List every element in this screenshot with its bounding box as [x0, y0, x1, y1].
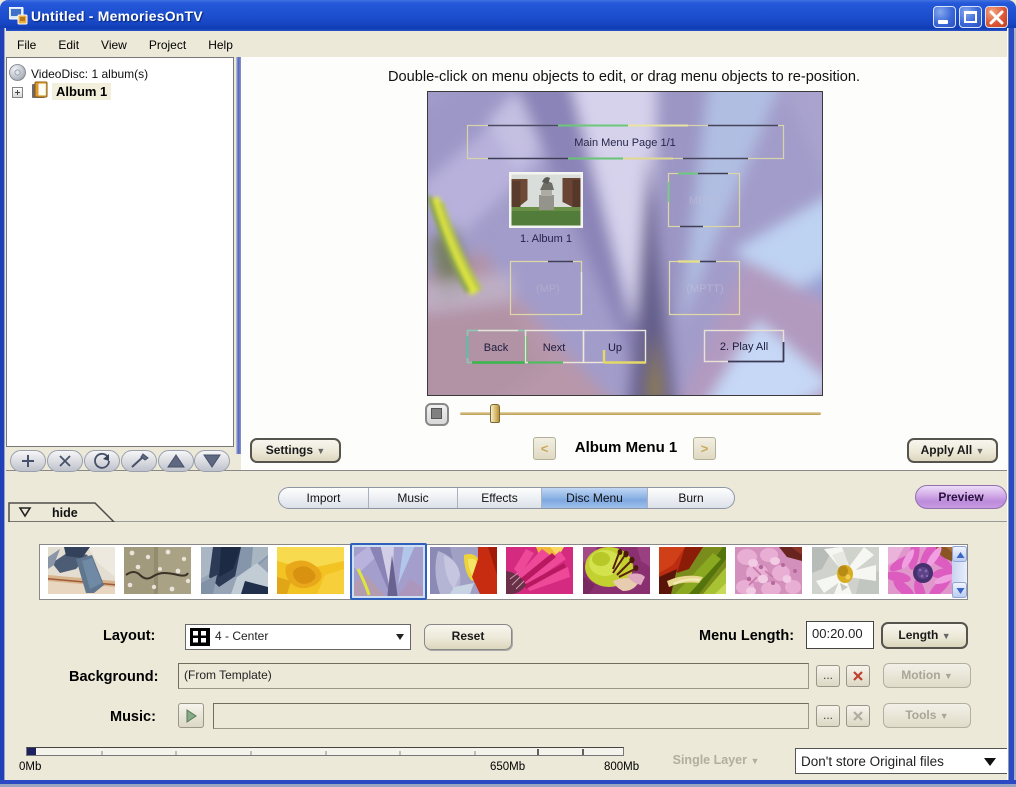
svg-text:hide: hide: [52, 506, 78, 520]
svg-text:2. Play All: 2. Play All: [720, 341, 768, 353]
svg-text:1. Album 1: 1. Album 1: [520, 233, 572, 245]
svg-text:Up: Up: [608, 342, 622, 354]
svg-text:Back: Back: [484, 342, 509, 354]
svg-text:Next: Next: [543, 342, 566, 354]
svg-text:MPTT: MPTT: [689, 195, 719, 207]
svg-text:Main Menu Page 1/1: Main Menu Page 1/1: [574, 137, 676, 149]
svg-text:(MPTT): (MPTT): [686, 283, 723, 295]
svg-text:(MP): (MP): [536, 283, 560, 295]
